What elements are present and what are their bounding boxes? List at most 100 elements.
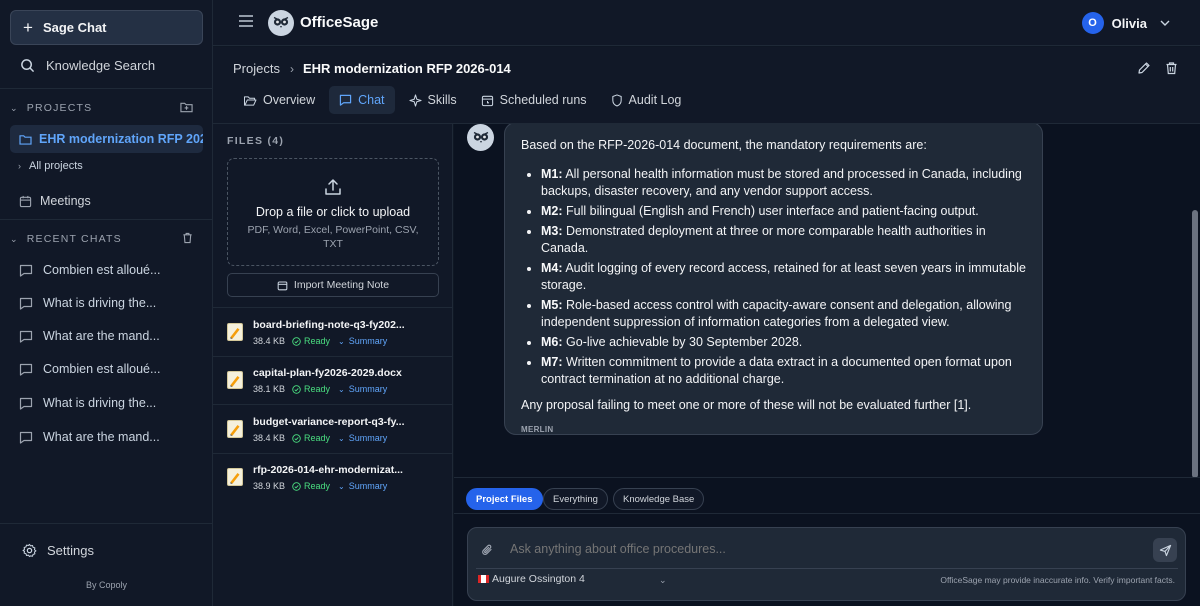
file-item[interactable]: rfp-2026-014-ehr-modernizat... 38.9 KB R… — [227, 464, 442, 500]
chevron-down-icon: ⌄ — [338, 336, 345, 346]
requirement-text: Audit logging of every record access, re… — [541, 261, 1026, 292]
projects-section-header[interactable]: ⌄ PROJECTS — [10, 98, 203, 118]
tab-label: Audit Log — [628, 93, 682, 107]
settings-label: Settings — [47, 543, 94, 558]
recent-chat-item[interactable]: Combien est alloué... — [19, 260, 160, 280]
file-meta: 38.4 KB Ready ⌄ Summary — [253, 433, 387, 443]
list-item: M7: Written commitment to provide a data… — [541, 354, 1026, 387]
breadcrumb-current: EHR modernization RFP 2026-014 — [302, 61, 511, 76]
scope-chip-everything[interactable]: Everything — [543, 488, 608, 510]
summary-label: Summary — [348, 433, 388, 443]
new-chat-button[interactable]: + Sage Chat — [10, 10, 203, 45]
status-badge: Ready — [292, 481, 330, 491]
trash-icon[interactable] — [182, 232, 193, 247]
edit-icon[interactable] — [1137, 61, 1151, 75]
import-label: Import Meeting Note — [293, 279, 390, 291]
summary-toggle[interactable]: ⌄ Summary — [338, 384, 387, 394]
tab-label: Chat — [358, 93, 385, 107]
send-button[interactable] — [1153, 538, 1177, 562]
drop-zone-formats: PDF, Word, Excel, PowerPoint, CSV, TXT — [247, 224, 419, 250]
divider — [0, 523, 213, 524]
file-size: 38.4 KB — [253, 433, 286, 443]
summary-toggle[interactable]: ⌄ Summary — [338, 433, 387, 443]
list-item: M1: All personal health information must… — [541, 166, 1026, 199]
upload-icon — [325, 179, 341, 195]
check-circle-icon — [292, 384, 301, 394]
paperclip-icon[interactable] — [481, 543, 493, 562]
drop-zone-title: Drop a file or click to upload — [255, 205, 411, 219]
document-icon — [227, 420, 243, 438]
file-meta: 38.9 KB Ready ⌄ Summary — [253, 481, 387, 491]
summary-toggle[interactable]: ⌄ Summary — [338, 481, 387, 491]
tab-audit-log[interactable]: Audit Log — [601, 86, 692, 114]
status-badge: Ready — [292, 336, 330, 346]
document-icon — [227, 468, 243, 486]
scope-chip-project-files[interactable]: Project Files — [466, 488, 543, 510]
file-drop-zone[interactable]: Drop a file or click to upload PDF, Word… — [227, 158, 439, 266]
summary-label: Summary — [348, 384, 388, 394]
composer-area: Augure Ossington 4 ⌄ OfficeSage may prov… — [454, 514, 1200, 606]
tab-skills[interactable]: Skills — [399, 86, 467, 114]
settings-button[interactable]: Settings — [22, 543, 94, 558]
file-item[interactable]: capital-plan-fy2026-2029.docx 38.1 KB Re… — [227, 367, 442, 403]
hamburger-menu-icon[interactable] — [239, 14, 253, 32]
chat-thread: Based on the RFP-2026-014 document, the … — [454, 124, 1200, 477]
folder-icon — [19, 134, 32, 145]
model-name: Augure Ossington 4 — [492, 573, 585, 585]
requirement-text: Demonstrated deployment at three or more… — [541, 224, 986, 255]
chevron-down-icon[interactable]: ⌄ — [659, 575, 667, 586]
app-title: OfficeSage — [300, 14, 379, 31]
import-meeting-note-button[interactable]: Import Meeting Note — [227, 273, 439, 297]
recent-chat-label: Combien est alloué... — [43, 263, 161, 277]
knowledge-search-button[interactable]: Knowledge Search — [10, 51, 203, 79]
knowledge-search-label: Knowledge Search — [46, 57, 156, 73]
tab-label: Scheduled runs — [499, 93, 587, 107]
active-project-label: EHR modernization RFP 2026-014 — [39, 132, 203, 146]
recent-chat-item[interactable]: What is driving the... — [19, 393, 156, 413]
status-badge: Ready — [292, 433, 330, 443]
chat-input[interactable] — [510, 542, 1130, 556]
delete-icon[interactable] — [1165, 61, 1178, 75]
file-name: capital-plan-fy2026-2029.docx — [253, 367, 402, 379]
tab-overview[interactable]: Overview — [233, 86, 325, 114]
breadcrumb-projects-link[interactable]: Projects — [233, 61, 280, 76]
sparkle-icon — [408, 93, 422, 107]
composer: Augure Ossington 4 ⌄ OfficeSage may prov… — [467, 527, 1186, 601]
list-item: M5: Role-based access control with capac… — [541, 297, 1026, 330]
user-menu[interactable]: O Olivia — [1081, 12, 1170, 34]
avatar: O — [1081, 12, 1104, 34]
recent-chat-item[interactable]: What are the mand... — [19, 326, 160, 346]
list-item: M3: Demonstrated deployment at three or … — [541, 223, 1026, 256]
model-selector[interactable]: Augure Ossington 4 — [478, 573, 585, 585]
tab-chat[interactable]: Chat — [329, 86, 395, 114]
tab-scheduled-runs[interactable]: Scheduled runs — [471, 86, 597, 114]
recent-chat-item[interactable]: What is driving the... — [19, 293, 156, 313]
chat-bubble-icon — [19, 297, 33, 310]
divider — [0, 88, 213, 89]
project-tabs: Overview Chat Skills Scheduled runs Audi… — [233, 86, 695, 114]
recent-chat-item[interactable]: What are the mand... — [19, 427, 160, 447]
file-item[interactable]: budget-variance-report-q3-fy... 38.4 KB … — [227, 416, 442, 452]
recent-chats-header-label: RECENT CHATS — [26, 233, 122, 245]
requirement-id: M5: — [541, 297, 563, 312]
list-item: M2: Full bilingual (English and French) … — [541, 203, 1026, 220]
chevron-down-icon: ⌄ — [10, 233, 19, 244]
new-chat-label: Sage Chat — [42, 20, 107, 35]
message-author: MERLIN — [521, 425, 554, 435]
byline: By Copoly — [85, 580, 128, 590]
status-label: Ready — [304, 433, 331, 443]
summary-label: Summary — [348, 336, 388, 346]
sidebar-item-meetings[interactable]: Meetings — [19, 191, 91, 211]
summary-toggle[interactable]: ⌄ Summary — [338, 336, 387, 346]
recent-chats-section-header[interactable]: ⌄ RECENT CHATS — [10, 229, 203, 249]
all-projects-link[interactable]: › All projects — [18, 160, 83, 172]
scope-chip-knowledge-base[interactable]: Knowledge Base — [613, 488, 705, 510]
new-folder-icon[interactable] — [180, 101, 193, 116]
scrollbar[interactable] — [1192, 210, 1198, 477]
sidebar-item-active-project[interactable]: EHR modernization RFP 2026-014 — [10, 125, 203, 153]
assistant-message: Based on the RFP-2026-014 document, the … — [504, 124, 1043, 435]
file-item[interactable]: board-briefing-note-q3-fy202... 38.4 KB … — [227, 319, 442, 355]
recent-chat-item[interactable]: Combien est alloué... — [19, 359, 160, 379]
tab-label: Skills — [427, 93, 457, 107]
gear-icon — [22, 543, 37, 558]
